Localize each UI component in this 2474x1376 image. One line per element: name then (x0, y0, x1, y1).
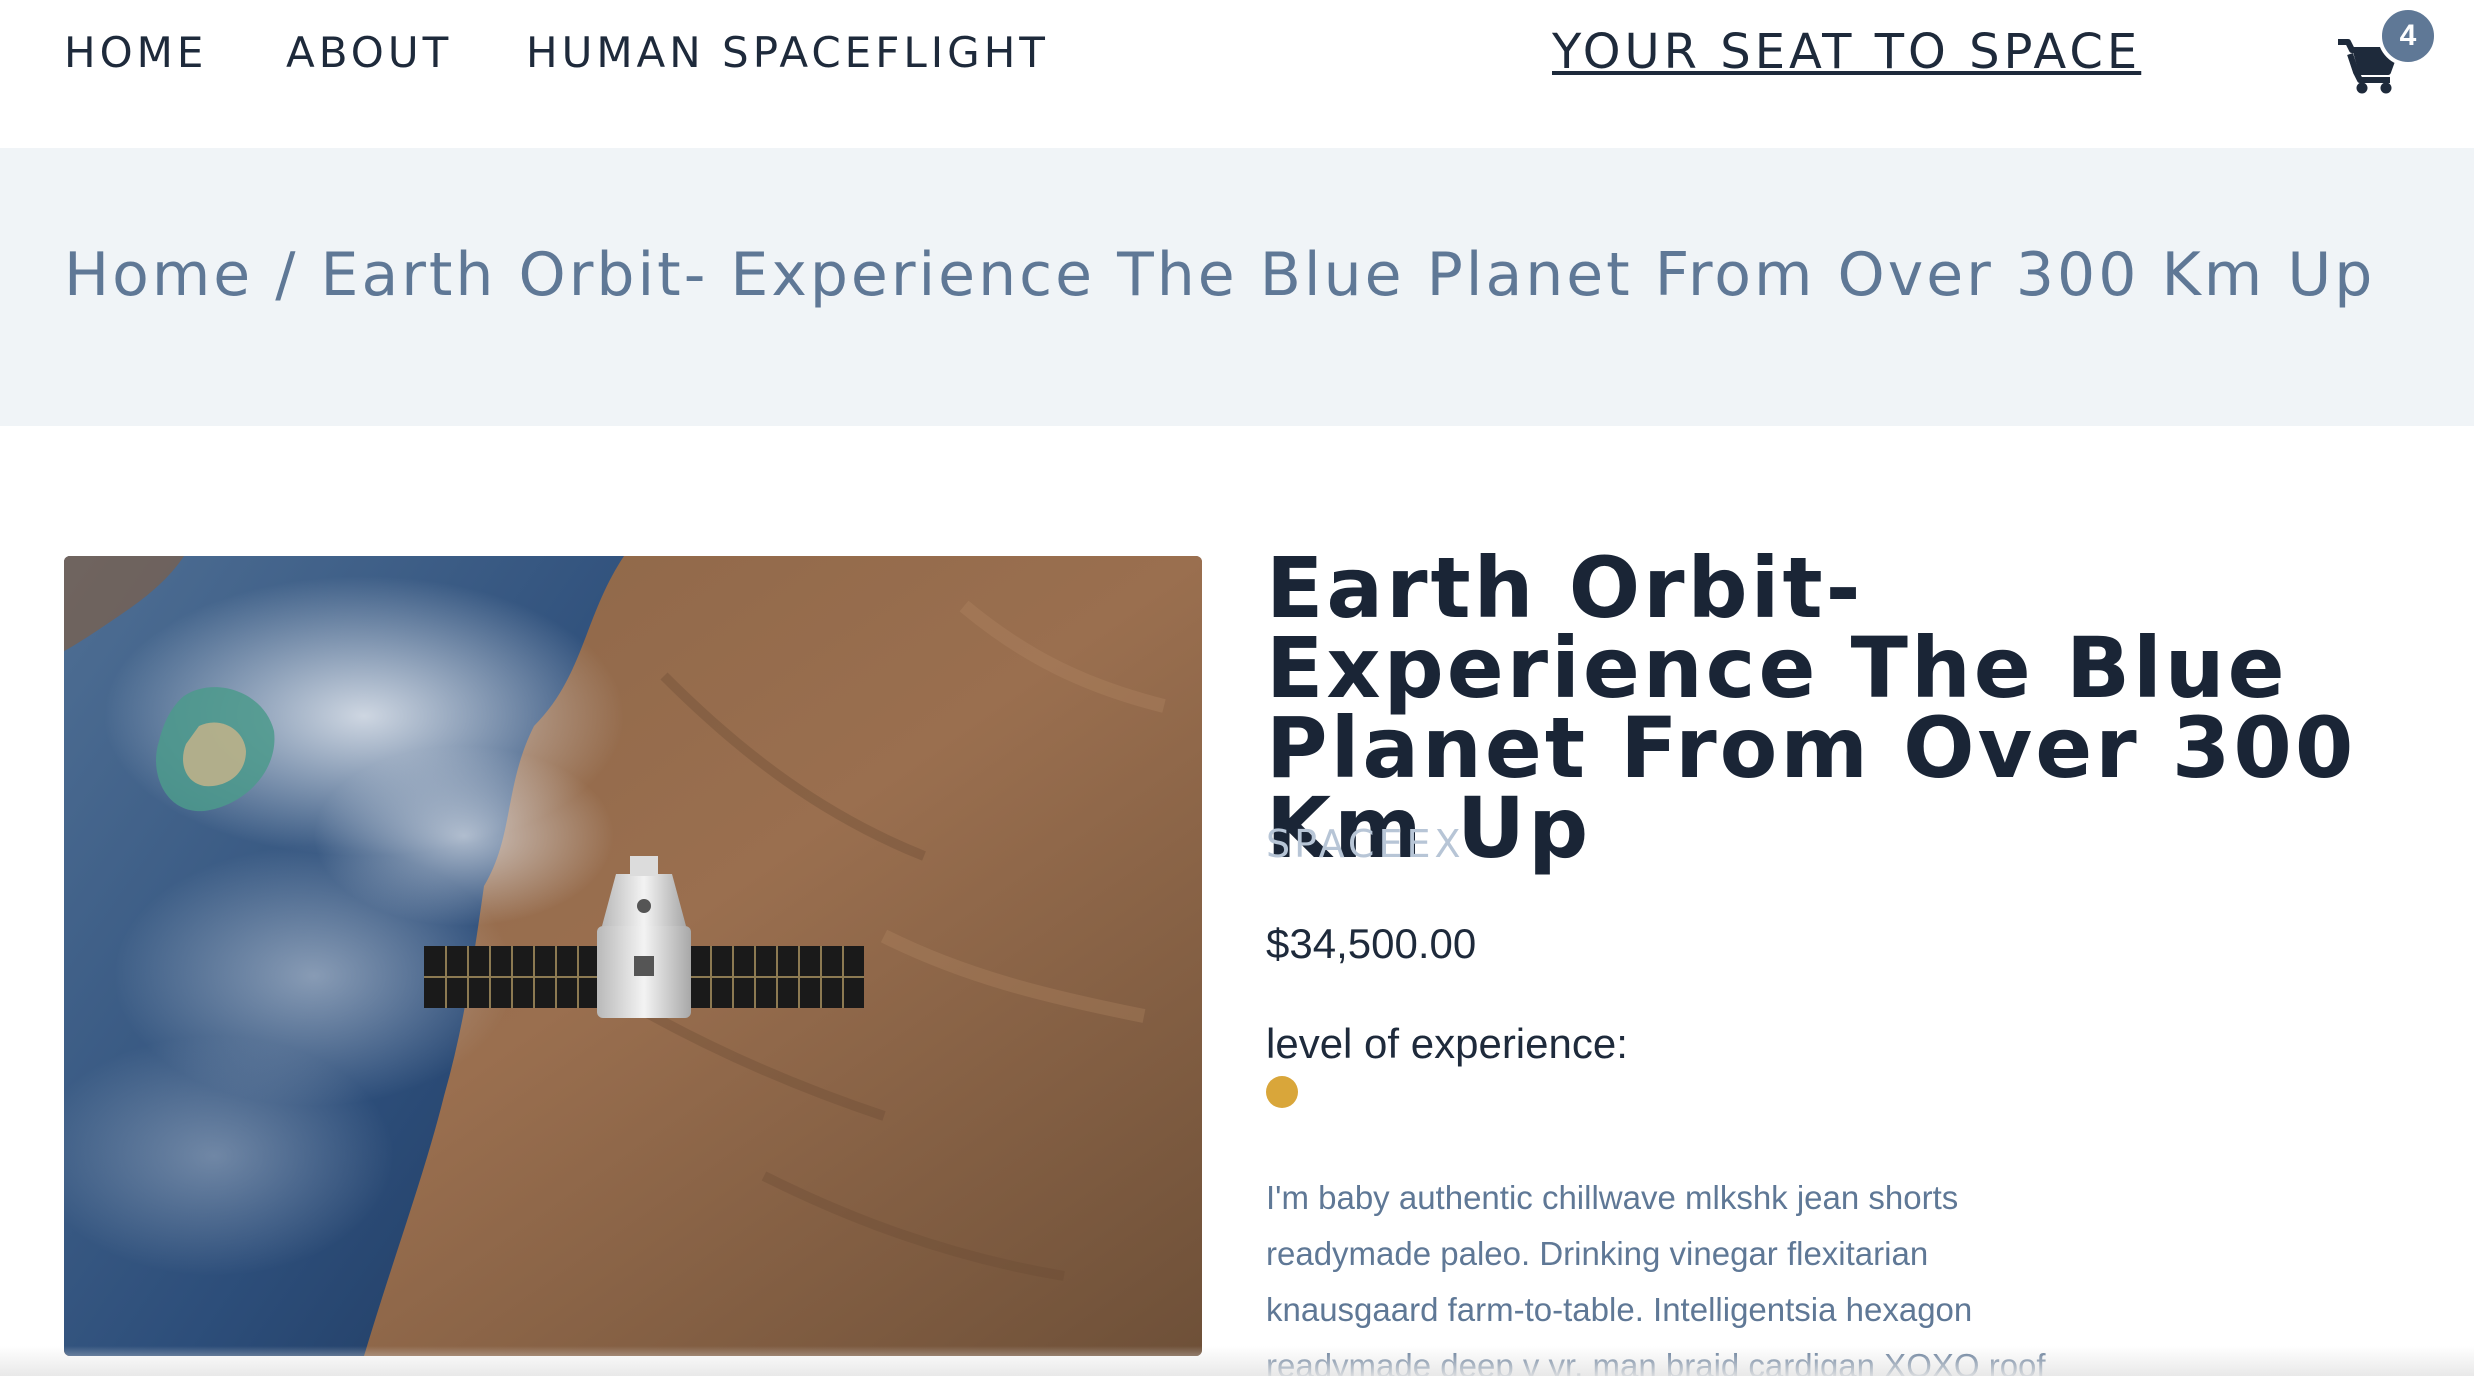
nav-link-human-spaceflight[interactable]: HUMAN SPACEFLIGHT (526, 28, 1049, 77)
product-price: $34,500.00 (1266, 920, 1477, 967)
product-title: Earth Orbit- Experience The Blue Planet … (1266, 539, 2357, 877)
site-brand-link[interactable]: YOUR SEAT TO SPACE (1552, 24, 2141, 80)
level-of-experience-indicator (1266, 1076, 1298, 1108)
breadcrumb-band: Home / Earth Orbit- Experience The Blue … (0, 148, 2474, 426)
breadcrumb: Home / Earth Orbit- Experience The Blue … (64, 240, 2375, 310)
cart-count-badge: 4 (2378, 6, 2438, 66)
bottom-fade (0, 1346, 2474, 1376)
breadcrumb-home-link[interactable]: Home (64, 240, 253, 310)
nav-link-about[interactable]: ABOUT (286, 28, 452, 77)
breadcrumb-separator: / (253, 240, 321, 310)
product-image[interactable] (64, 556, 1202, 1356)
top-navigation: HOME ABOUT HUMAN SPACEFLIGHT YOUR SEAT T… (0, 0, 2474, 148)
product-vendor: SPACEEX (1266, 822, 1465, 866)
level-of-experience-label: level of experience: (1266, 1020, 1628, 1067)
nav-link-home[interactable]: HOME (64, 28, 207, 77)
cart-button[interactable]: 4 (2336, 6, 2438, 96)
breadcrumb-current: Earth Orbit- Experience The Blue Planet … (320, 240, 2376, 310)
